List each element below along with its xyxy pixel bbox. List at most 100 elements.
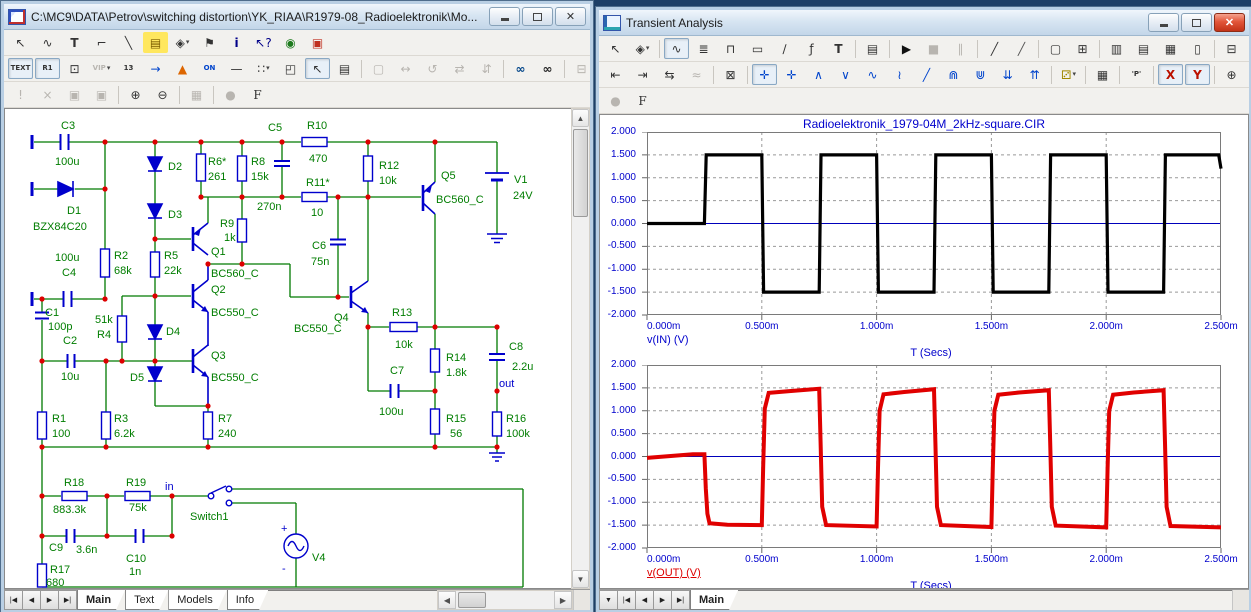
select-region-icon[interactable]: ▢ <box>1043 38 1068 59</box>
pattern-vertical-icon[interactable]: ▥ <box>1104 38 1129 59</box>
flip-x-icon[interactable]: ⇄ <box>447 58 472 79</box>
flag-tool-icon[interactable]: ⚑ <box>197 32 222 53</box>
resize-grip[interactable] <box>1232 590 1249 610</box>
show-values-icon[interactable]: R1 <box>35 58 60 79</box>
ripple-icon[interactable]: ≀ <box>887 64 912 85</box>
page-nav-button-0[interactable]: ▼ <box>599 590 617 610</box>
wire-mode-icon[interactable]: ∿ <box>35 32 60 53</box>
text-stepping-icon[interactable]: TEXT <box>8 58 33 79</box>
zoom-in-icon[interactable]: ⊕ <box>123 84 148 105</box>
zoom-out-icon[interactable]: ⊖ <box>150 84 175 105</box>
copy-picture-icon[interactable]: ▣ <box>62 84 87 105</box>
flip-y-icon[interactable]: ⇵ <box>474 58 499 79</box>
page-nav-button-2[interactable]: ▶ <box>40 590 58 610</box>
numeric-output-icon[interactable]: ▦ <box>1090 64 1115 85</box>
go-to-branch-icon-dropdown[interactable]: ▾ <box>1072 71 1076 78</box>
properties-icon[interactable]: ▤ <box>332 58 357 79</box>
peak-icon[interactable]: ∧ <box>806 64 831 85</box>
cursor-left-icon[interactable]: ⇤ <box>603 64 628 85</box>
find-component-icon[interactable]: ∞ <box>508 58 533 79</box>
schematic-titlebar[interactable]: C:\MC9\DATA\Petrov\switching distortion\… <box>4 4 590 30</box>
enable-disable-icon[interactable]: ▣ <box>305 32 330 53</box>
shape-picker-icon-dropdown[interactable]: ▾ <box>646 45 650 52</box>
grid-icon-dropdown[interactable]: ▾ <box>266 65 270 72</box>
analysis-tab-main[interactable]: Main <box>690 590 738 610</box>
horizontal-scrollbar[interactable]: ◀ ▶ <box>437 590 573 610</box>
polyline-tool-icon[interactable]: ╱ <box>1009 38 1034 59</box>
grid-icon[interactable]: ⊞ <box>1070 38 1095 59</box>
paste-picture-icon[interactable]: ▣ <box>89 84 114 105</box>
slope-mode-icon[interactable]: ∕ <box>772 38 797 59</box>
horizontal-scroll-track[interactable] <box>456 591 554 609</box>
x-scale-icon[interactable]: X <box>1158 64 1183 85</box>
error-icon[interactable]: ! <box>8 84 33 105</box>
scroll-down-icon[interactable]: ▼ <box>572 570 589 588</box>
vip-mode-icon-dropdown[interactable]: ▾ <box>107 65 111 72</box>
top-icon[interactable]: ⇈ <box>1022 64 1047 85</box>
diagonal-wire-icon[interactable]: ╲ <box>116 32 141 53</box>
global-low-icon[interactable]: ⋓ <box>968 64 993 85</box>
period-measure-icon[interactable]: ⊓ <box>718 38 743 59</box>
schematic-canvas[interactable]: C3100uD1BZX84C20100uC4C1100pC210uR268k51… <box>4 108 571 589</box>
rotate-icon[interactable]: ↺ <box>420 58 445 79</box>
curve-fit-icon[interactable]: ≈ <box>684 64 709 85</box>
go-to-branch-icon[interactable]: ⚂▾ <box>1056 64 1081 85</box>
web-icon[interactable]: ● <box>218 84 243 105</box>
restore-button[interactable] <box>522 7 553 26</box>
page-nav-button-0[interactable]: |◀ <box>4 590 22 610</box>
schematic-tab-models[interactable]: Models <box>168 590 226 610</box>
show-currents-icon[interactable]: → <box>143 58 168 79</box>
vertical-scroll-thumb[interactable] <box>573 129 588 217</box>
horizontal-measure-icon[interactable]: ≣ <box>691 38 716 59</box>
pan-mode-icon[interactable]: ↖ <box>305 58 330 79</box>
split-window-icon[interactable]: ◰ <box>278 58 303 79</box>
pause-icon[interactable]: ∥ <box>948 38 973 59</box>
global-high-icon[interactable]: ⋒ <box>941 64 966 85</box>
ortho-wire-icon[interactable]: ⌐ <box>89 32 114 53</box>
cursor-both-icon[interactable]: ⇆ <box>657 64 682 85</box>
schematic-tab-text[interactable]: Text <box>125 590 168 610</box>
scope-mode-icon[interactable]: ∿ <box>664 38 689 59</box>
page-nav-button-4[interactable]: ▶| <box>671 590 690 610</box>
show-pin-numbers-icon[interactable]: ⊡ <box>62 58 87 79</box>
bottom-icon[interactable]: ⇊ <box>995 64 1020 85</box>
vertical-scroll-track[interactable] <box>572 127 589 570</box>
split-plot-icon[interactable]: ⊟ <box>1219 38 1244 59</box>
find-text-icon[interactable]: ∞ <box>535 58 560 79</box>
y-scale-icon[interactable]: Y <box>1185 64 1210 85</box>
scroll-right-icon[interactable]: ▶ <box>554 591 572 609</box>
component-icon[interactable]: ▤ <box>143 32 168 53</box>
inflection-icon[interactable]: ∿ <box>860 64 885 85</box>
pattern-horizontal-icon[interactable]: ▤ <box>1131 38 1156 59</box>
close-button[interactable]: ✕ <box>555 7 586 26</box>
select-area-icon[interactable]: ▢ <box>366 58 391 79</box>
wire-segment-icon[interactable]: — <box>224 58 249 79</box>
schematic-tab-main[interactable]: Main <box>77 590 125 610</box>
analysis-titlebar[interactable]: Transient Analysis ✕ <box>599 10 1249 36</box>
show-power-icon[interactable]: ▲ <box>170 58 195 79</box>
page-nav-button-2[interactable]: ◀ <box>635 590 653 610</box>
p-key-icon[interactable]: 'P' <box>1124 64 1149 85</box>
info-window-icon[interactable]: ⊟ <box>569 58 590 79</box>
run-icon[interactable]: ▶ <box>894 38 919 59</box>
shape-picker-icon[interactable]: ◈▾ <box>630 38 655 59</box>
shape-picker-icon-dropdown[interactable]: ▾ <box>186 39 190 46</box>
minimize-button[interactable] <box>1148 13 1179 32</box>
clear-error-icon[interactable]: × <box>35 84 60 105</box>
valley-icon[interactable]: ∨ <box>833 64 858 85</box>
zoom-out-icon[interactable]: ⊖ <box>1246 64 1249 85</box>
select-tool-icon[interactable]: ↖ <box>8 32 33 53</box>
zoom-in-icon[interactable]: ⊕ <box>1219 64 1244 85</box>
minimize-button[interactable] <box>489 7 520 26</box>
horizontal-scroll-thumb[interactable] <box>458 592 486 608</box>
show-conditions-icon[interactable]: ON <box>197 58 222 79</box>
vertical-scrollbar[interactable]: ▲ ▼ <box>571 108 590 589</box>
vertical-cursor-icon[interactable]: ✛ <box>779 64 804 85</box>
browser-icon[interactable]: ◉ <box>278 32 303 53</box>
stretch-icon[interactable]: ↔ <box>393 58 418 79</box>
grid-icon[interactable]: ∷▾ <box>251 58 276 79</box>
web-icon[interactable]: ● <box>603 90 628 111</box>
slope-icon[interactable]: ╱ <box>914 64 939 85</box>
close-button[interactable]: ✕ <box>1214 13 1245 32</box>
restore-button[interactable] <box>1181 13 1212 32</box>
